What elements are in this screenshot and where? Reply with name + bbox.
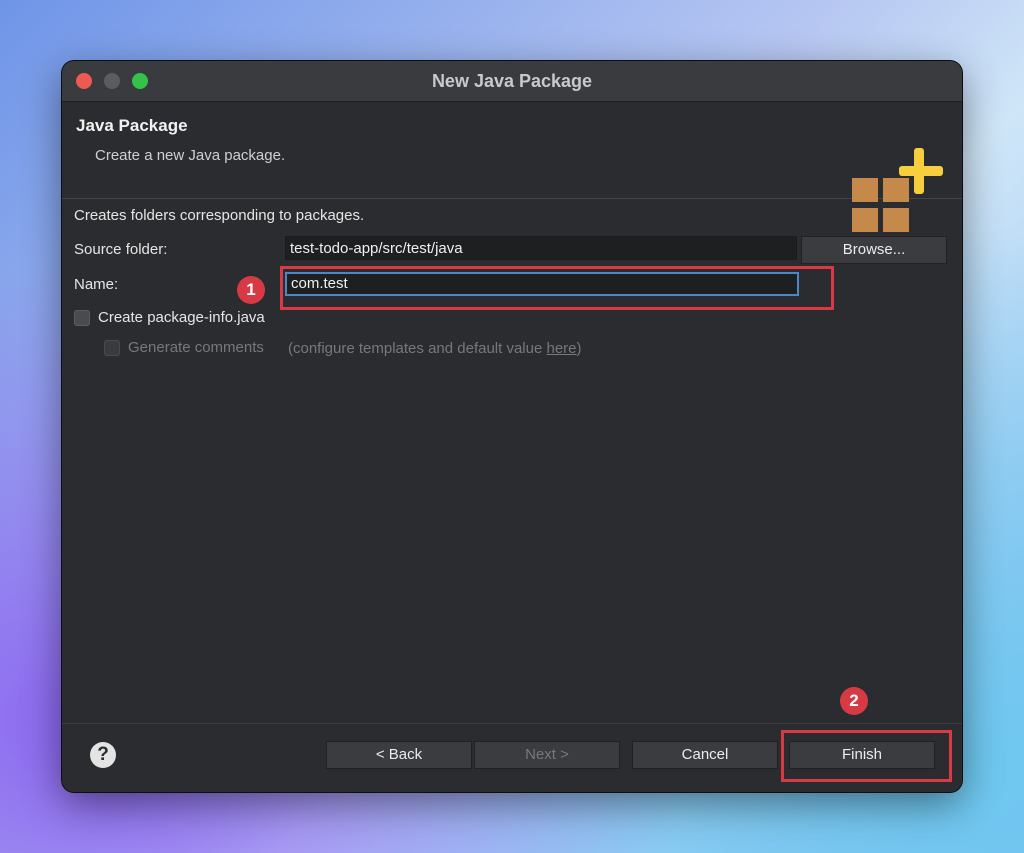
back-button[interactable]: < Back bbox=[326, 741, 472, 769]
title-bar: New Java Package bbox=[62, 61, 962, 102]
hint-prefix: (configure templates and default value bbox=[288, 340, 547, 357]
name-label: Name: bbox=[74, 276, 119, 293]
annotation-badge-2: 2 bbox=[840, 687, 868, 715]
create-package-info-label: Create package-info.java bbox=[98, 309, 265, 326]
source-folder-input[interactable]: test-todo-app/src/test/java bbox=[285, 236, 797, 260]
wizard-subtitle: Create a new Java package. bbox=[95, 147, 286, 164]
create-package-info-checkbox[interactable] bbox=[74, 309, 90, 326]
annotation-badge-1: 1 bbox=[237, 276, 265, 304]
annotation-highlight-name bbox=[280, 266, 834, 310]
wizard-header: Java Package Create a new Java package. bbox=[62, 102, 962, 232]
cancel-button[interactable]: Cancel bbox=[632, 741, 778, 769]
new-package-icon bbox=[852, 148, 943, 232]
browse-button[interactable]: Browse... bbox=[801, 236, 947, 264]
generate-comments-checkbox-row: Generate comments bbox=[104, 339, 264, 356]
configure-templates-link[interactable]: here bbox=[547, 340, 577, 357]
source-folder-label: Source folder: bbox=[74, 241, 168, 258]
generate-comments-checkbox bbox=[104, 339, 120, 356]
configure-templates-hint: (configure templates and default value h… bbox=[288, 340, 582, 357]
hint-suffix: ) bbox=[576, 340, 582, 357]
window-title: New Java Package bbox=[431, 71, 593, 91]
generate-comments-label: Generate comments bbox=[128, 339, 264, 356]
next-button: Next > bbox=[474, 741, 620, 769]
wizard-title: Java Package bbox=[76, 116, 188, 135]
new-java-package-dialog: New Java Package Java Package Create a n… bbox=[62, 61, 962, 792]
create-package-info-checkbox-row[interactable]: Create package-info.java bbox=[74, 309, 265, 326]
annotation-highlight-finish bbox=[781, 730, 952, 782]
help-icon[interactable]: ? bbox=[90, 742, 116, 768]
wizard-description: Creates folders corresponding to package… bbox=[74, 207, 365, 224]
